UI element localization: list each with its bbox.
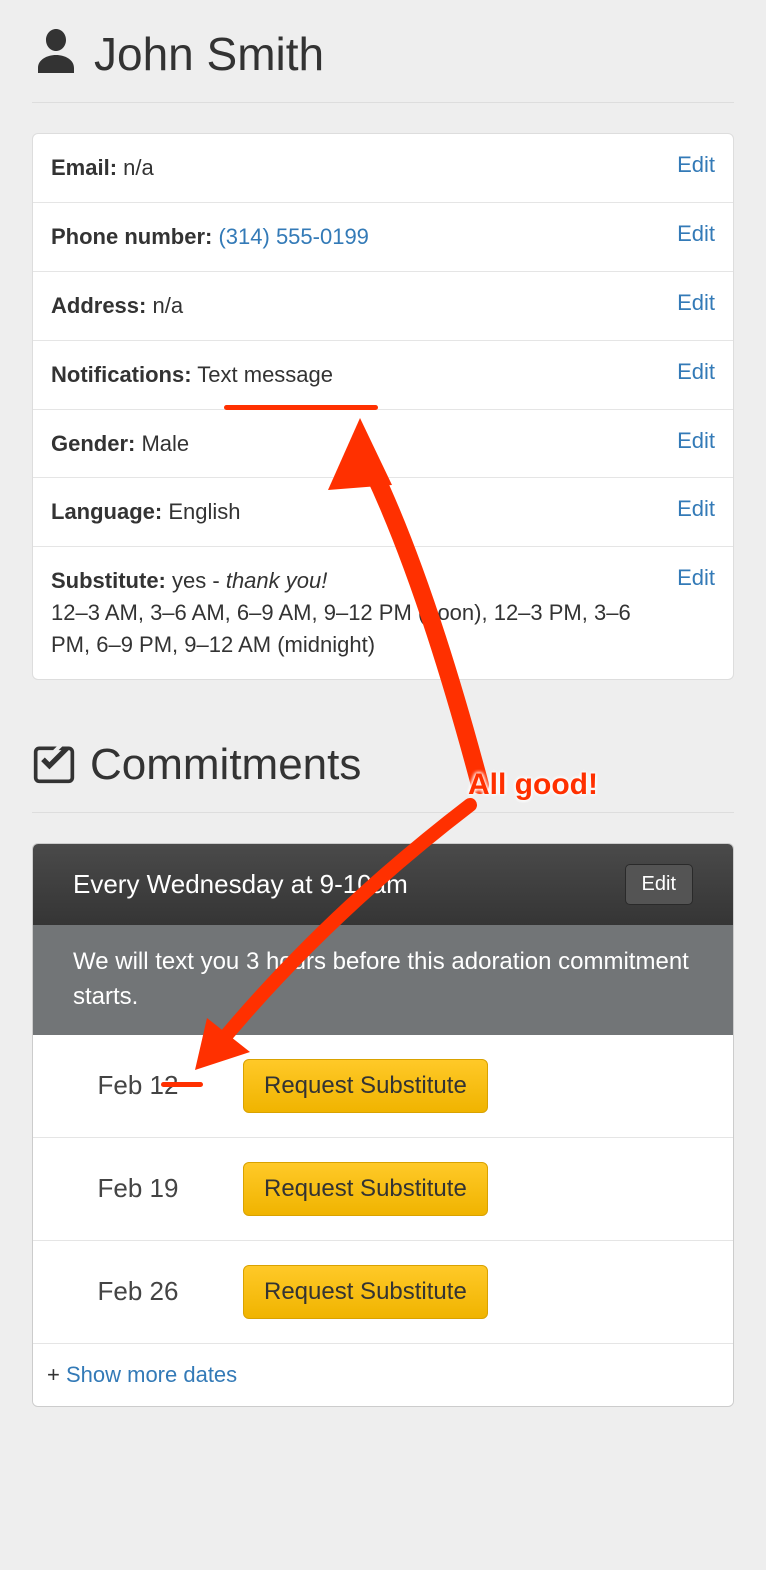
commitment-card: Every Wednesday at 9-10am Edit We will t… bbox=[32, 843, 734, 1407]
date-label: Feb 12 bbox=[33, 1070, 243, 1101]
request-substitute-button[interactable]: Request Substitute bbox=[243, 1162, 488, 1216]
phone-value[interactable]: (314) 555-0199 bbox=[218, 224, 368, 249]
phone-label: Phone number: bbox=[51, 224, 212, 249]
more-dates-row: + Show more dates bbox=[33, 1344, 733, 1406]
substitute-label: Substitute: bbox=[51, 568, 166, 593]
substitute-dash: - bbox=[206, 568, 226, 593]
request-substitute-button[interactable]: Request Substitute bbox=[243, 1265, 488, 1319]
language-value: English bbox=[168, 499, 240, 524]
language-label: Language: bbox=[51, 499, 162, 524]
commitment-header: Every Wednesday at 9-10am Edit bbox=[33, 844, 733, 925]
row-gender: Gender: Male Edit bbox=[33, 410, 733, 479]
gender-label: Gender: bbox=[51, 431, 135, 456]
row-substitute: Substitute: yes - thank you! 12–3 AM, 3–… bbox=[33, 547, 733, 679]
edit-gender[interactable]: Edit bbox=[677, 428, 715, 454]
address-value: n/a bbox=[152, 293, 183, 318]
user-icon bbox=[32, 25, 94, 82]
edit-address[interactable]: Edit bbox=[677, 290, 715, 316]
row-address: Address: n/a Edit bbox=[33, 272, 733, 341]
edit-email[interactable]: Edit bbox=[677, 152, 715, 178]
edit-language[interactable]: Edit bbox=[677, 496, 715, 522]
page-title-row: John Smith bbox=[32, 0, 734, 103]
show-more-dates-link[interactable]: Show more dates bbox=[66, 1362, 237, 1387]
row-phone: Phone number: (314) 555-0199 Edit bbox=[33, 203, 733, 272]
commitments-title-row: Commitments bbox=[32, 680, 734, 813]
edit-phone[interactable]: Edit bbox=[677, 221, 715, 247]
request-substitute-button[interactable]: Request Substitute bbox=[243, 1059, 488, 1113]
date-row: Feb 26 Request Substitute bbox=[33, 1241, 733, 1344]
date-row: Feb 19 Request Substitute bbox=[33, 1138, 733, 1241]
email-label: Email: bbox=[51, 155, 117, 180]
edit-substitute[interactable]: Edit bbox=[677, 565, 715, 591]
substitute-times: 12–3 AM, 3–6 AM, 6–9 AM, 9–12 PM (noon),… bbox=[51, 597, 661, 661]
notifications-value: Text message bbox=[197, 362, 333, 387]
commitment-notice: We will text you 3 hours before this ado… bbox=[33, 925, 733, 1035]
check-square-icon bbox=[32, 741, 90, 790]
profile-card: Email: n/a Edit Phone number: (314) 555-… bbox=[32, 133, 734, 680]
page-title: John Smith bbox=[94, 27, 324, 81]
address-label: Address: bbox=[51, 293, 146, 318]
plus-icon: + bbox=[47, 1362, 66, 1387]
substitute-thanks: thank you! bbox=[226, 568, 328, 593]
date-label: Feb 19 bbox=[33, 1173, 243, 1204]
edit-commitment-button[interactable]: Edit bbox=[625, 864, 693, 905]
email-value: n/a bbox=[123, 155, 154, 180]
notifications-label: Notifications: bbox=[51, 362, 192, 387]
date-label: Feb 26 bbox=[33, 1276, 243, 1307]
row-email: Email: n/a Edit bbox=[33, 134, 733, 203]
row-language: Language: English Edit bbox=[33, 478, 733, 547]
commitments-heading: Commitments bbox=[90, 740, 361, 790]
gender-value: Male bbox=[141, 431, 189, 456]
edit-notifications[interactable]: Edit bbox=[677, 359, 715, 385]
date-row: Feb 12 Request Substitute bbox=[33, 1035, 733, 1138]
row-notifications: Notifications: Text message Edit bbox=[33, 341, 733, 410]
substitute-value: yes bbox=[172, 568, 206, 593]
commitment-schedule-title: Every Wednesday at 9-10am bbox=[73, 869, 408, 900]
